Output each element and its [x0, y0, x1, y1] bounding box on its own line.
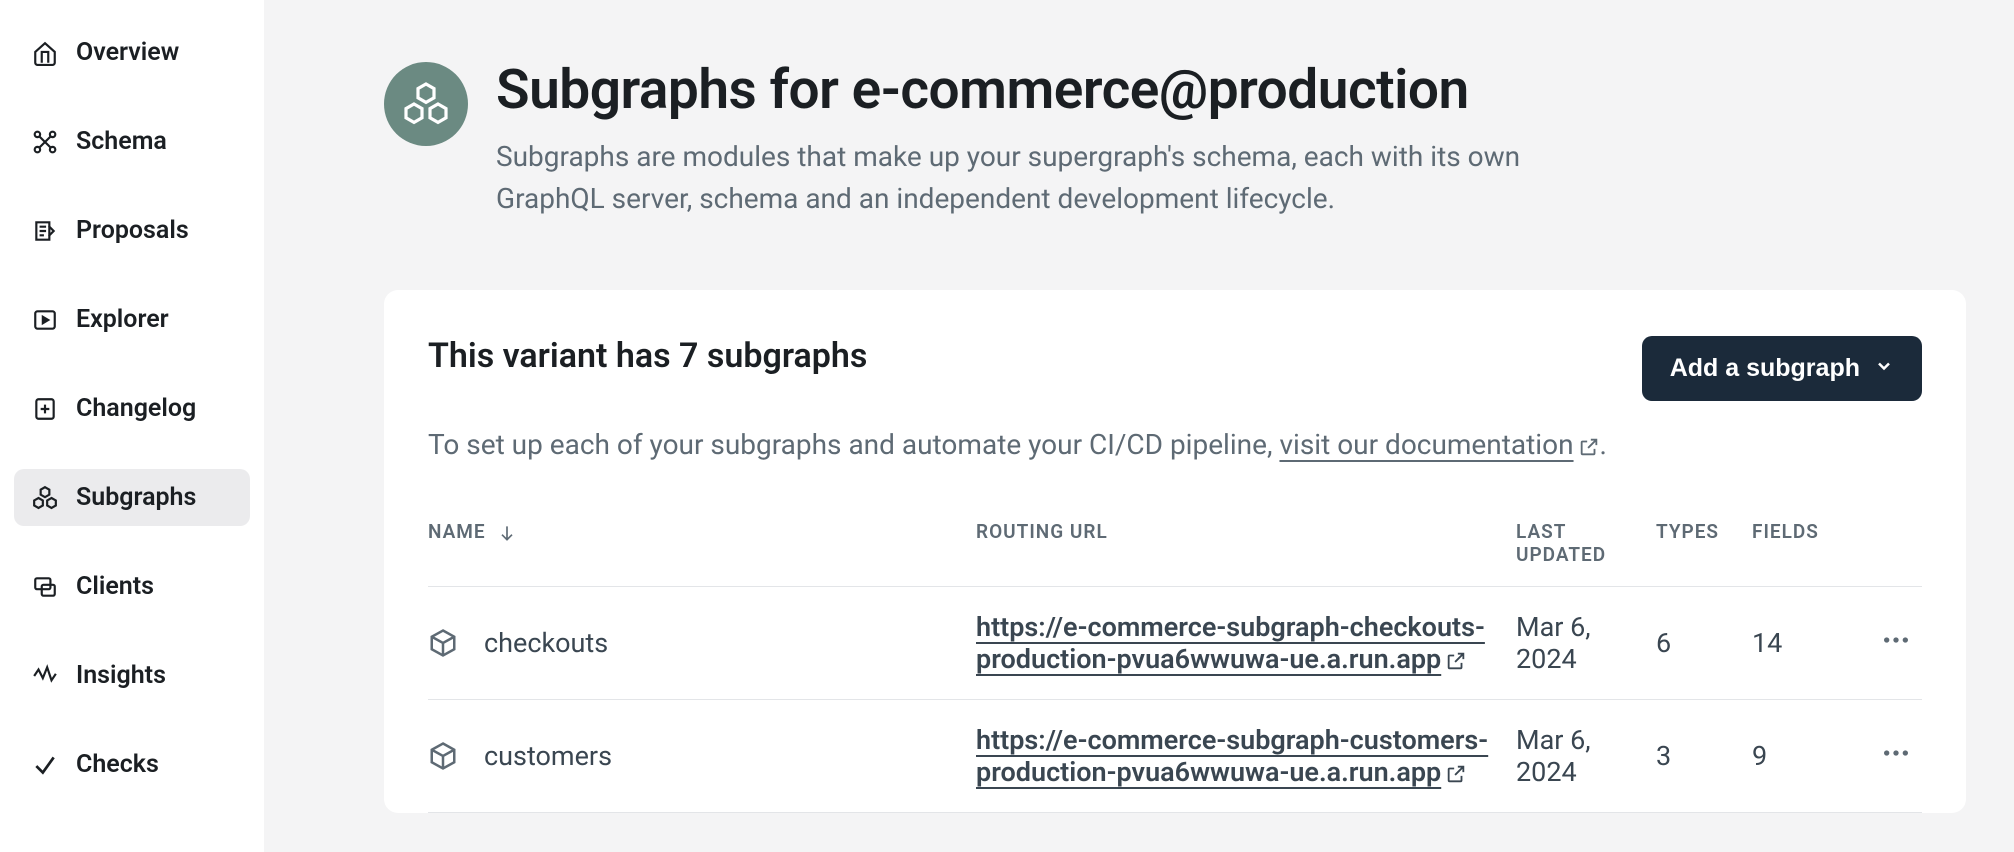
main-content: Subgraphs for e-commerce@production Subg…: [264, 0, 2014, 852]
insights-icon: [32, 663, 58, 689]
clients-icon: [32, 574, 58, 600]
sidebar-item-checks[interactable]: Checks: [14, 736, 250, 793]
sidebar: Overview Schema Proposals Explorer Chang…: [0, 0, 264, 852]
last-updated: Mar 6, 2024: [1506, 700, 1646, 813]
page-title: Subgraphs for e-commerce@production: [496, 58, 1966, 122]
sidebar-item-label: Clients: [76, 572, 154, 601]
checks-icon: [32, 752, 58, 778]
column-header-actions: [1852, 520, 1922, 587]
last-updated: Mar 6, 2024: [1506, 587, 1646, 700]
sidebar-item-label: Subgraphs: [76, 483, 196, 512]
sidebar-item-proposals[interactable]: Proposals: [14, 202, 250, 259]
sidebar-item-changelog[interactable]: Changelog: [14, 380, 250, 437]
explorer-icon: [32, 307, 58, 333]
sidebar-item-label: Insights: [76, 661, 166, 690]
subgraphs-card: This variant has 7 subgraphs Add a subgr…: [384, 290, 1966, 813]
sidebar-item-explorer[interactable]: Explorer: [14, 291, 250, 348]
cube-icon: [428, 741, 458, 771]
column-header-name[interactable]: NAME: [428, 520, 966, 587]
column-header-types[interactable]: TYPES: [1646, 520, 1742, 587]
fields-count: 14: [1742, 587, 1852, 700]
subgraph-name: customers: [474, 700, 966, 813]
sidebar-item-subgraphs[interactable]: Subgraphs: [14, 469, 250, 526]
external-link-icon: [1445, 650, 1467, 672]
sidebar-item-label: Schema: [76, 127, 167, 156]
sidebar-item-label: Checks: [76, 750, 159, 779]
chevron-down-icon: [1874, 354, 1894, 383]
routing-url-link[interactable]: https://e-commerce-subgraph-customers-pr…: [976, 724, 1488, 788]
fields-count: 9: [1742, 700, 1852, 813]
sidebar-item-label: Overview: [76, 38, 179, 67]
page-header-icon: [384, 62, 468, 146]
table-row[interactable]: customers https://e-commerce-subgraph-cu…: [428, 700, 1922, 813]
more-options-button[interactable]: [1880, 624, 1912, 656]
sidebar-item-clients[interactable]: Clients: [14, 558, 250, 615]
card-description: To set up each of your subgraphs and aut…: [428, 423, 1922, 466]
add-subgraph-label: Add a subgraph: [1670, 354, 1860, 383]
sidebar-item-overview[interactable]: Overview: [14, 24, 250, 81]
add-subgraph-button[interactable]: Add a subgraph: [1642, 336, 1922, 401]
subgraphs-table: NAME ROUTING URL LAST UPDATED TYPES FIEL…: [428, 520, 1922, 813]
proposals-icon: [32, 218, 58, 244]
sidebar-item-insights[interactable]: Insights: [14, 647, 250, 704]
external-link-icon: [1578, 436, 1600, 458]
home-icon: [32, 40, 58, 66]
table-row[interactable]: checkouts https://e-commerce-subgraph-ch…: [428, 587, 1922, 700]
column-header-fields[interactable]: FIELDS: [1742, 520, 1852, 587]
routing-url-link[interactable]: https://e-commerce-subgraph-checkouts-pr…: [976, 611, 1485, 675]
subgraph-name: checkouts: [474, 587, 966, 700]
schema-icon: [32, 129, 58, 155]
card-title: This variant has 7 subgraphs: [428, 336, 867, 376]
sidebar-item-schema[interactable]: Schema: [14, 113, 250, 170]
subgraphs-icon: [32, 485, 58, 511]
documentation-link[interactable]: visit our documentation: [1279, 428, 1599, 461]
page-header: Subgraphs for e-commerce@production Subg…: [384, 58, 1966, 220]
page-subtitle: Subgraphs are modules that make up your …: [496, 136, 1596, 220]
column-header-updated[interactable]: LAST UPDATED: [1506, 520, 1646, 587]
external-link-icon: [1445, 763, 1467, 785]
sidebar-item-label: Changelog: [76, 394, 196, 423]
cube-icon: [428, 628, 458, 658]
sort-down-icon: [497, 523, 517, 543]
changelog-icon: [32, 396, 58, 422]
sidebar-item-label: Proposals: [76, 216, 189, 245]
more-options-button[interactable]: [1880, 737, 1912, 769]
column-header-url[interactable]: ROUTING URL: [966, 520, 1506, 587]
types-count: 6: [1646, 587, 1742, 700]
types-count: 3: [1646, 700, 1742, 813]
sidebar-item-label: Explorer: [76, 305, 169, 334]
